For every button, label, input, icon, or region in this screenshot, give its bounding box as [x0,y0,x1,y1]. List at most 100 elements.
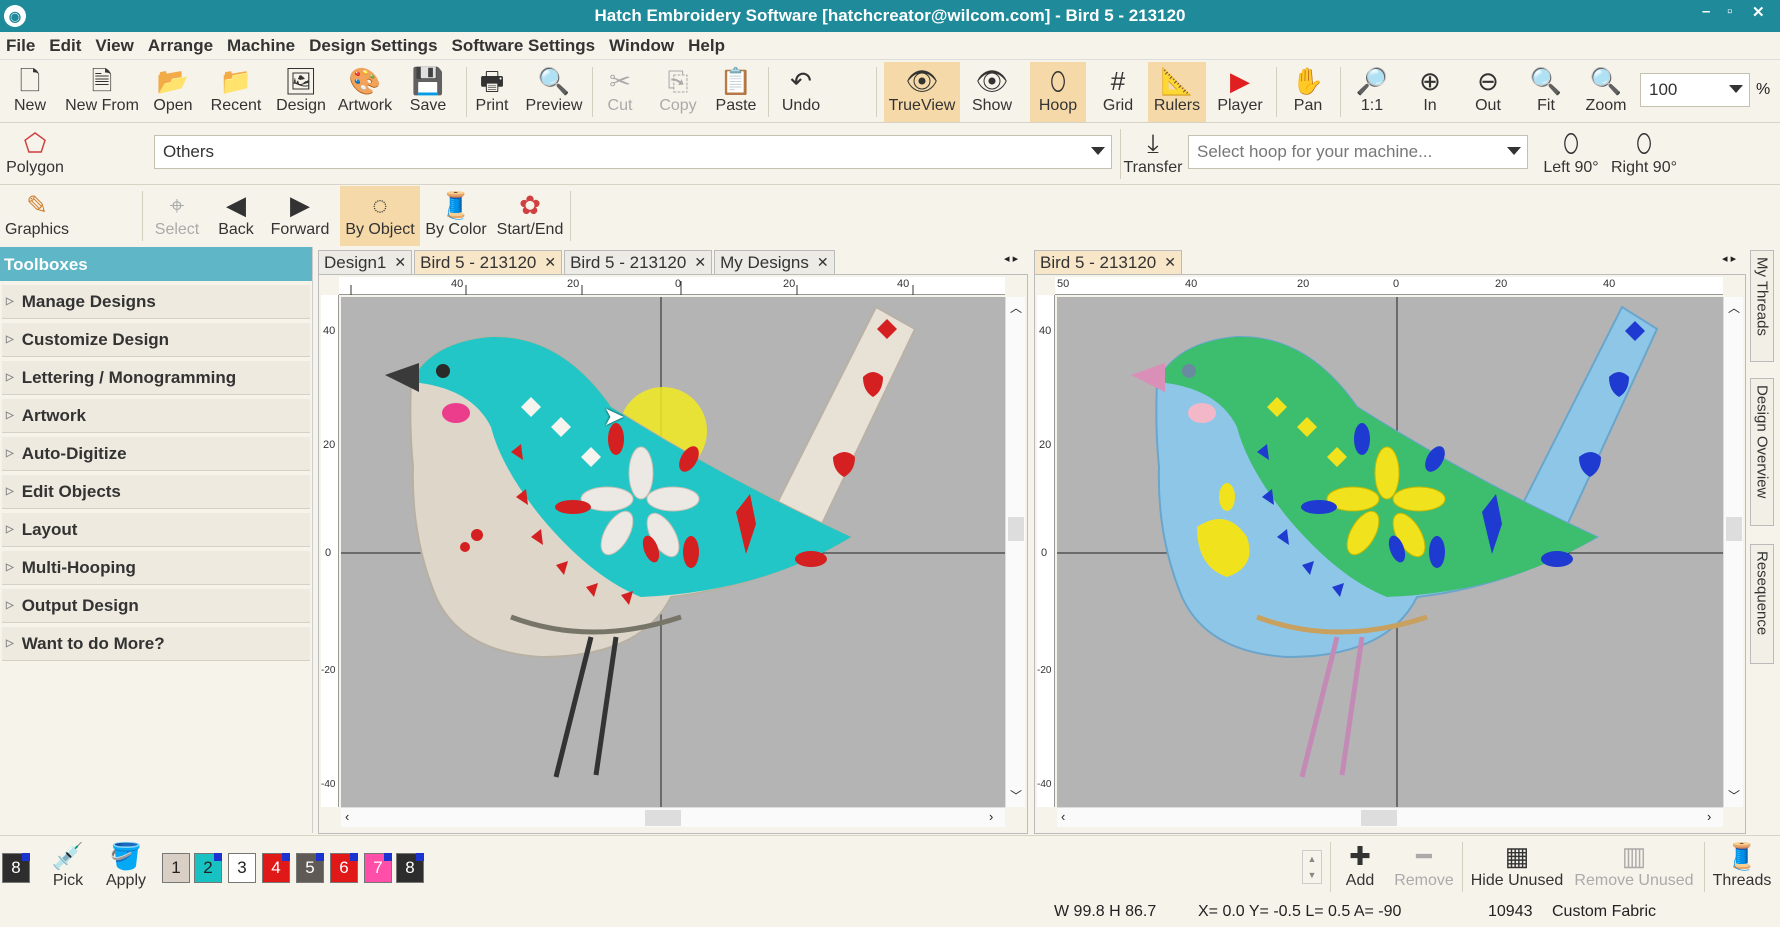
design-canvas-left[interactable]: ➤ [341,297,1005,807]
pan-button[interactable]: ✋ Pan [1284,65,1332,115]
transfer-button[interactable]: ⤓ Transfer [1122,127,1184,177]
apply-button[interactable]: 🪣 Apply [100,840,152,890]
tab-bird5-preview[interactable]: Bird 5 - 213120 ✕ [1034,250,1182,274]
toolbox-edit-objects[interactable]: ▷ Edit Objects [2,475,310,509]
menu-design-settings[interactable]: Design Settings [309,36,437,56]
rotate-right-90-button[interactable]: ⬯ Right 90° [1606,127,1682,177]
close-icon[interactable]: ✕ [394,254,406,271]
cut-button[interactable]: ✂ Cut [602,65,638,115]
close-icon[interactable]: ✕ [1164,254,1176,271]
hoop-select[interactable]: Select hoop for your machine... [1188,135,1528,169]
color-swatch-5[interactable]: 5 [296,853,324,883]
menu-help[interactable]: Help [688,36,725,56]
remove-unused-button[interactable]: ▥ Remove Unused [1572,840,1696,890]
threads-button[interactable]: 🧵 Threads [1710,840,1774,890]
scroll-right-icon[interactable]: › [989,809,993,824]
menu-arrange[interactable]: Arrange [148,36,213,56]
graphics-button[interactable]: ✎ Graphics [2,189,72,239]
paste-button[interactable]: 📋 Paste [714,65,758,115]
tab-my-designs[interactable]: My Designs ✕ [714,250,835,274]
rotate-left-90-button[interactable]: ⬯ Left 90° [1538,127,1604,177]
new-button[interactable]: 🗋 New [8,65,52,115]
color-swatch-6[interactable]: 6 [330,853,358,883]
menu-edit[interactable]: Edit [49,36,81,56]
scroll-thumb[interactable] [1008,517,1024,541]
horizontal-scrollbar[interactable]: ‹ › [341,807,1005,827]
fabric-select[interactable]: Others [154,135,1112,169]
close-icon[interactable]: ✕ [694,254,706,271]
scroll-left-icon[interactable]: ‹ [1061,809,1065,824]
trueview-button[interactable]: 👁 TrueView [884,62,960,122]
resequence-tab[interactable]: Resequence [1750,544,1774,664]
toolbox-customize-design[interactable]: ▷ Customize Design [2,323,310,357]
pick-button[interactable]: 💉 Pick [48,840,88,890]
fit-button[interactable]: 🔍 Fit [1522,65,1570,115]
tab-design1[interactable]: Design1 ✕ [318,250,413,274]
menu-machine[interactable]: Machine [227,36,295,56]
tab-scroll-arrows[interactable]: ◂ ▸ [1722,252,1736,265]
by-color-button[interactable]: 🧵 By Color [422,189,490,239]
scroll-thumb[interactable] [645,810,681,826]
zoom-1-1-button[interactable]: 🔎 1:1 [1348,65,1396,115]
artwork-button[interactable]: 🎨 Artwork [334,65,396,115]
scroll-thumb[interactable] [1726,517,1742,541]
by-object-button[interactable]: ◌ By Object [340,186,420,246]
toolbox-want-more[interactable]: ▷ Want to do More? [2,627,310,661]
toolbox-layout[interactable]: ▷ Layout [2,513,310,547]
design-canvas-right[interactable] [1057,297,1723,807]
restore-button[interactable]: ▫ [1727,3,1732,20]
rulers-button[interactable]: 📐 Rulers [1148,62,1206,122]
menu-software-settings[interactable]: Software Settings [452,36,596,56]
close-icon[interactable]: ✕ [544,254,556,271]
forward-button[interactable]: ▶ Forward [266,189,334,239]
scroll-thumb[interactable] [1361,810,1397,826]
design-button[interactable]: 🖼 Design [272,65,330,115]
close-button[interactable]: ✕ [1752,3,1765,21]
preview-button[interactable]: 🔍 Preview [524,65,584,115]
print-button[interactable]: 🖶 Print [472,65,512,115]
horizontal-scrollbar[interactable]: ‹ › [1057,807,1723,827]
grid-button[interactable]: # Grid [1092,65,1144,115]
color-bar-scroll[interactable]: ▲ ▼ [1302,850,1322,884]
scroll-up-icon[interactable]: ︿ [1728,299,1740,316]
toolbox-auto-digitize[interactable]: ▷ Auto-Digitize [2,437,310,471]
undo-button[interactable]: ↶ Undo [776,65,826,115]
scroll-right-icon[interactable]: › [1707,809,1711,824]
recent-button[interactable]: 📁 Recent [206,65,266,115]
menu-window[interactable]: Window [609,36,674,56]
vertical-scrollbar[interactable]: ︿ ﹀ [1723,297,1743,807]
zoom-level-select[interactable]: 100 [1640,73,1750,107]
hoop-button[interactable]: ⬯ Hoop [1030,62,1086,122]
zoom-button[interactable]: 🔍 Zoom [1580,65,1632,115]
select-button[interactable]: ⌖ Select [148,189,206,239]
scroll-up-icon[interactable]: ︿ [1010,299,1022,316]
hide-unused-button[interactable]: ▦ Hide Unused [1468,840,1566,890]
zoom-out-button[interactable]: ⊖ Out [1464,65,1512,115]
show-button[interactable]: 👁 Show [964,65,1020,115]
tab-bird5[interactable]: Bird 5 - 213120 ✕ [564,250,713,274]
start-end-button[interactable]: ✿ Start/End [494,189,566,239]
color-swatch-2[interactable]: 2 [194,853,222,883]
menu-view[interactable]: View [95,36,133,56]
color-swatch-1[interactable]: 1 [162,853,190,883]
toolbox-artwork[interactable]: ▷ Artwork [2,399,310,433]
menu-file[interactable]: File [6,36,35,56]
zoom-in-button[interactable]: ⊕ In [1406,65,1454,115]
scroll-left-icon[interactable]: ‹ [345,809,349,824]
polygon-button[interactable]: ⬠ Polygon [2,127,68,177]
toolbox-lettering[interactable]: ▷ Lettering / Monogramming [2,361,310,395]
remove-thread-button[interactable]: ━ Remove [1390,840,1458,890]
tab-bird5-active[interactable]: Bird 5 - 213120 ✕ [414,250,563,274]
tab-scroll-arrows[interactable]: ◂ ▸ [1004,252,1018,265]
my-threads-tab[interactable]: My Threads [1750,250,1774,362]
add-thread-button[interactable]: ✚ Add [1338,840,1382,890]
player-button[interactable]: ▶ Player [1212,65,1268,115]
toolbox-multi-hooping[interactable]: ▷ Multi-Hooping [2,551,310,585]
scroll-down-icon[interactable]: ﹀ [1010,787,1022,804]
copy-button[interactable]: ⎘ Copy [654,65,702,115]
minimize-button[interactable]: – [1702,3,1710,20]
vertical-scrollbar[interactable]: ︿ ﹀ [1005,297,1025,807]
toolbox-manage-designs[interactable]: ▷ Manage Designs [2,285,310,319]
color-swatch-7[interactable]: 7 [364,853,392,883]
current-color-swatch[interactable]: 8 [2,853,30,883]
